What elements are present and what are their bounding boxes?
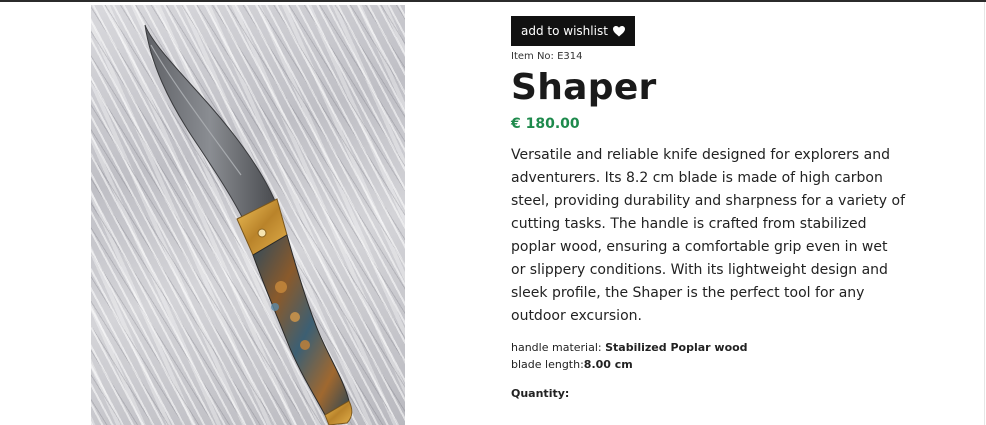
product-description: Versatile and reliable knife designed fo… bbox=[511, 147, 906, 324]
product-image[interactable] bbox=[91, 5, 405, 425]
product-price: € 180.00 bbox=[511, 116, 580, 132]
add-to-wishlist-button[interactable]: add to wishlist bbox=[511, 16, 635, 46]
quantity-label: Quantity: bbox=[511, 387, 570, 400]
heart-icon bbox=[612, 25, 625, 37]
spec-value: Stabilized Poplar wood bbox=[605, 341, 748, 354]
spec-label: blade length: bbox=[511, 358, 584, 371]
spec-list: handle material: Stabilized Poplar wood … bbox=[511, 339, 911, 373]
header-divider bbox=[0, 0, 986, 2]
spec-label: handle material: bbox=[511, 341, 606, 354]
spec-blade-length: blade length:8.00 cm bbox=[511, 356, 911, 373]
wishlist-button-label: add to wishlist bbox=[521, 24, 608, 38]
item-number: Item No: E314 bbox=[511, 51, 583, 62]
product-details: add to wishlist Item No: E314 Shaper € 1… bbox=[511, 16, 911, 400]
spec-handle-material: handle material: Stabilized Poplar wood bbox=[511, 339, 911, 356]
spec-value: 8.00 cm bbox=[583, 358, 633, 371]
scrollbar-track[interactable] bbox=[984, 2, 985, 425]
product-title: Shaper bbox=[511, 67, 657, 108]
product-page: add to wishlist Item No: E314 Shaper € 1… bbox=[0, 0, 986, 425]
knife-illustration bbox=[144, 24, 353, 425]
